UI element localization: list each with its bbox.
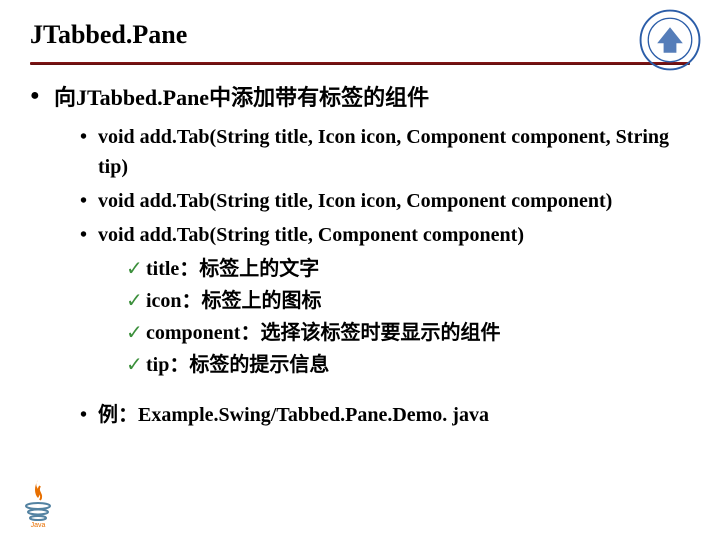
param-component: component：选择该标签时要显示的组件 xyxy=(126,318,690,348)
section-heading: 向JTabbed.Pane中添加带有标签的组件 void add.Tab(Str… xyxy=(30,81,690,430)
method-sig-1: void add.Tab(String title, Icon icon, Co… xyxy=(80,122,690,182)
java-logo-icon: Java xyxy=(18,476,58,528)
heading-text: 向JTabbed.Pane中添加带有标签的组件 xyxy=(54,85,429,110)
param-tip: tip：标签的提示信息 xyxy=(126,350,690,380)
svg-text:Java: Java xyxy=(31,522,46,528)
example-line: 例：Example.Swing/Tabbed.Pane.Demo. java xyxy=(80,400,690,430)
method-sig-3-text: void add.Tab(String title, Component com… xyxy=(98,224,524,246)
param-title: title：标签上的文字 xyxy=(126,254,690,284)
page-title: JTabbed.Pane xyxy=(30,20,690,50)
method-sig-2: void add.Tab(String title, Icon icon, Co… xyxy=(80,186,690,216)
method-sig-3: void add.Tab(String title, Component com… xyxy=(80,220,690,380)
param-icon: icon：标签上的图标 xyxy=(126,286,690,316)
